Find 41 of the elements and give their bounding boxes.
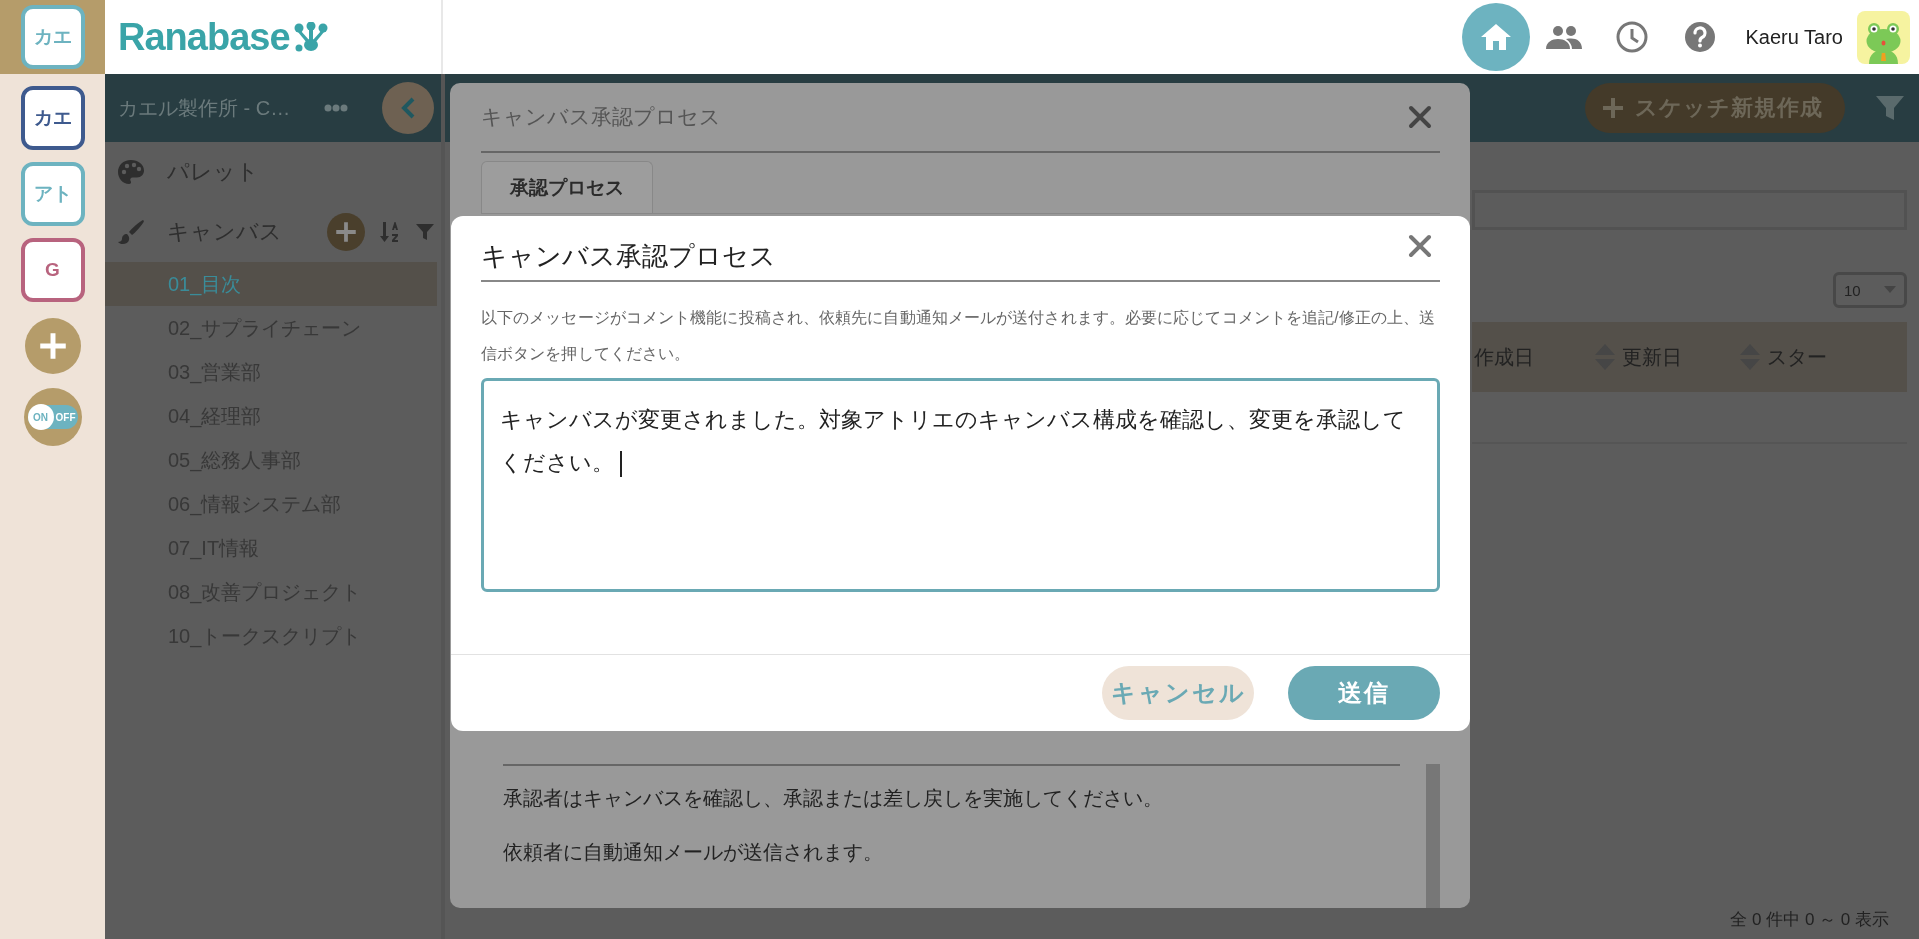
palette-icon bbox=[117, 159, 145, 185]
workspace-tab[interactable]: アト bbox=[20, 162, 85, 226]
brush-icon bbox=[117, 218, 145, 246]
send-button[interactable]: 送信 bbox=[1288, 666, 1440, 720]
dialog-title: キャンバス承認プロセス bbox=[481, 240, 776, 273]
logo: Ranabase bbox=[118, 15, 290, 59]
dialog-title: キャンバス承認プロセス bbox=[481, 104, 721, 130]
workspace-tab[interactable]: カエ bbox=[20, 5, 85, 69]
sort-icon[interactable] bbox=[379, 220, 401, 244]
filter-icon[interactable] bbox=[415, 222, 435, 242]
user-name: Kaeru Taro bbox=[1745, 25, 1843, 49]
workspace-tab[interactable]: G bbox=[20, 238, 85, 302]
home-icon bbox=[1479, 22, 1512, 52]
tab[interactable]: 承認プロセス bbox=[481, 161, 653, 213]
organization-title: カエル製作所 - C… bbox=[118, 95, 291, 121]
scrollbar[interactable] bbox=[1426, 764, 1440, 908]
people-icon bbox=[1545, 25, 1582, 49]
pagination-info: 全 0 件中 0 ～ 0 表示 bbox=[1730, 909, 1889, 931]
plus-icon bbox=[333, 219, 359, 245]
more-icon[interactable] bbox=[324, 104, 349, 112]
help-icon bbox=[1683, 21, 1716, 53]
instruction-text: 依頼者に自動通知メールが送信されます。 bbox=[503, 840, 884, 864]
filter-icon[interactable] bbox=[1875, 93, 1905, 123]
clock-icon bbox=[1615, 21, 1648, 53]
instruction-text: 承認者はキャンバスを確認し、承認または差し戻しを実施してください。 bbox=[503, 786, 1164, 810]
workspace-tab[interactable]: カエ bbox=[20, 86, 85, 150]
canvas-item[interactable]: 01_目次 bbox=[105, 262, 437, 306]
chevron-left-icon bbox=[400, 96, 416, 120]
add-canvas-button[interactable] bbox=[327, 213, 365, 251]
collapse-button[interactable] bbox=[382, 82, 434, 134]
plus-icon bbox=[1601, 96, 1625, 120]
close-icon[interactable] bbox=[1408, 105, 1432, 129]
frog-avatar-icon[interactable] bbox=[1857, 10, 1910, 64]
on-off-toggle[interactable]: ON OFF bbox=[23, 388, 82, 446]
page-size-select[interactable]: 10 bbox=[1833, 272, 1907, 308]
close-icon[interactable] bbox=[1408, 234, 1432, 258]
cancel-button[interactable]: キャンセル bbox=[1102, 666, 1254, 720]
caret-icon bbox=[1884, 286, 1896, 294]
frog-foot-icon bbox=[293, 22, 328, 52]
comment-field[interactable]: キャンバスが変更されました。対象アトリエのキャンバス構成を確認し、変更を承認してください。 bbox=[481, 378, 1440, 592]
dialog-description: 以下のメッセージがコメント機能に投稿され、依頼先に自動通知メールが送付されます。必要に応じてコメントを追記/修正の上、送信ボタンを押してください。 bbox=[481, 308, 1437, 364]
